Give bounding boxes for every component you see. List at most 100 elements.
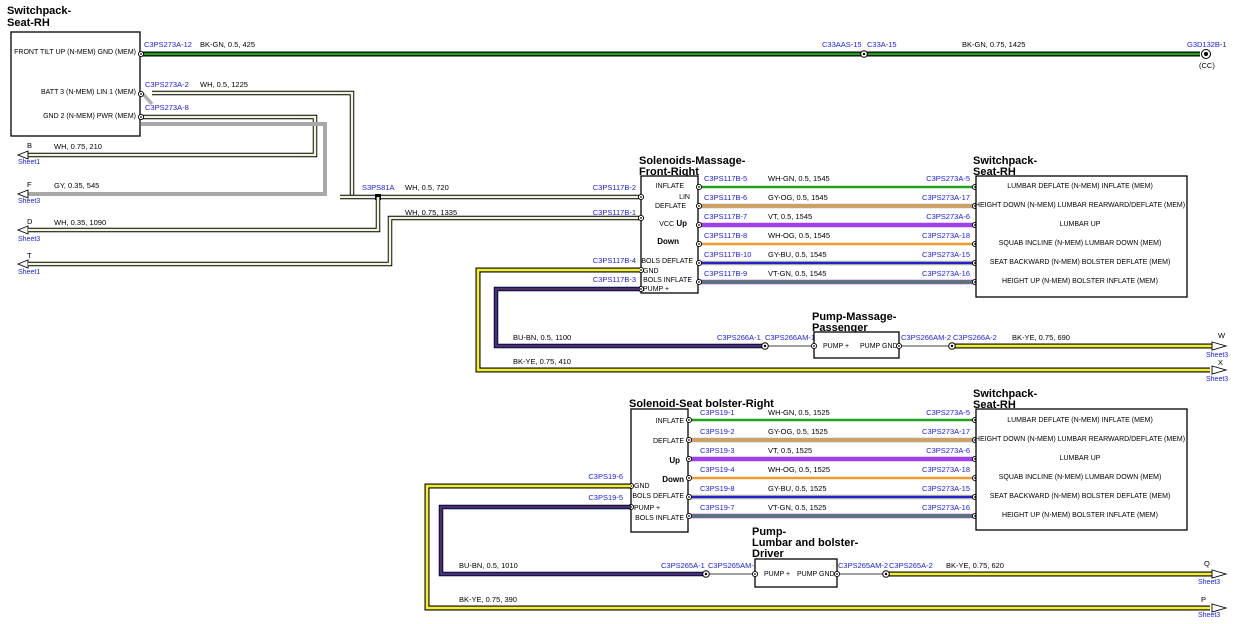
wire-label-bk-ye-390: BK-YE, 0.75, 390 (459, 595, 517, 604)
pump-driver-title-3: Driver (752, 548, 785, 560)
sm-pin-5: SEAT BACKWARD (N-MEM) BOLSTER DEFLATE (M… (990, 259, 1171, 266)
svg-text:C3PS117B-8: C3PS117B-8 (704, 231, 747, 240)
sb2-pin-5: SEAT BACKWARD (N-MEM) BOLSTER DEFLATE (M… (990, 493, 1171, 500)
conn-c3ps266a-1: C3PS266A-1 (717, 333, 761, 342)
conn-c3ps19-6: C3PS19-6 (588, 472, 623, 481)
ref-sheet-d: Sheet3 (18, 236, 40, 243)
solenoid-bolster-box (630, 408, 689, 533)
svg-text:C3PS273A-16: C3PS273A-16 (922, 269, 970, 278)
wire-label-bk-gn-1425: BK-GN, 0.75, 1425 (962, 40, 1025, 49)
sm-pin-2: HEIGHT DOWN (N-MEM) LUMBAR REARWARD/DEFL… (975, 202, 1185, 209)
svg-text:C3PS117B-6: C3PS117B-6 (704, 193, 747, 202)
sb2-pin-3: LUMBAR UP (1060, 455, 1101, 462)
svg-text:C3PS273A-6: C3PS273A-6 (926, 446, 970, 455)
wire-label-wh-210: WH, 0.75, 210 (54, 142, 102, 151)
sm-pin-6: HEIGHT UP (N-MEM) BOLSTER INFLATE (MEM) (1002, 278, 1158, 285)
svg-text:C3PS19-4: C3PS19-4 (700, 465, 735, 474)
sb-pin-bols-inflate: BOLS INFLATE (635, 515, 684, 522)
conn-c3ps117b-3: C3PS117B-3 (593, 275, 636, 284)
sf-pin-inflate: INFLATE (656, 183, 685, 190)
wire-label-bk-ye-620: BK-YE, 0.75, 620 (946, 561, 1004, 570)
svg-text:C3PS273A-17: C3PS273A-17 (922, 193, 970, 202)
svg-text:GY-BU, 0.5, 1545: GY-BU, 0.5, 1545 (768, 250, 827, 259)
sb-pin-pump: PUMP + (634, 505, 660, 512)
ref-sheet-t: Sheet1 (18, 269, 40, 276)
sm-pin-1: LUMBAR DEFLATE (N-MEM) INFLATE (MEM) (1007, 183, 1153, 190)
svg-text:C3PS273A-5: C3PS273A-5 (926, 408, 970, 417)
ref-letter-f: F (27, 180, 32, 189)
switchpack-bottom: Switchpack- Seat-RH LUMBAR DEFLATE (N-ME… (973, 388, 1188, 531)
switchpack-top: Switchpack- Seat-RH FRONT TILT UP (N-MEM… (7, 5, 141, 137)
sf-pin-vcc: VCC (659, 221, 674, 228)
ref-sheet-x: Sheet3 (1206, 376, 1228, 383)
svg-text:C3PS273A-17: C3PS273A-17 (922, 427, 970, 436)
svg-text:C3PS273A-18: C3PS273A-18 (922, 465, 970, 474)
bolster-wire-1: C3PS19-1 WH-GN, 0.5, 1525 C3PS273A-5 (685, 408, 979, 424)
pump-passenger-pin1: PUMP + (823, 343, 849, 350)
svg-text:GY-BU, 0.5, 1525: GY-BU, 0.5, 1525 (768, 484, 827, 493)
ref-arrow-p (1211, 603, 1228, 613)
pump-driver: Pump- Lumbar and bolster- Driver PUMP + … (751, 526, 859, 588)
ref-letter-t: T (27, 251, 32, 260)
sf-pin-deflate: DEFLATE (655, 203, 686, 210)
svg-text:GY-OG, 0.5, 1545: GY-OG, 0.5, 1545 (768, 193, 828, 202)
sb-pin-bols-deflate: BOLS DEFLATE (632, 493, 684, 500)
svg-text:C3PS273A-16: C3PS273A-16 (922, 503, 970, 512)
svg-text:C3PS273A-18: C3PS273A-18 (922, 231, 970, 240)
front-wire-4: C3PS117B-8 WH-OG, 0.5, 1545 C3PS273A-18 (695, 231, 979, 248)
ref-letter-w: W (1218, 331, 1226, 340)
front-wire-2: C3PS117B-6 GY-OG, 0.5, 1545 C3PS273A-17 (695, 193, 979, 210)
wire-label-wh-1335: WH, 0.75, 1335 (405, 208, 457, 217)
wire-label-bu-bn-1010: BU-BN, 0.5, 1010 (459, 561, 518, 570)
ref-arrow-x (1211, 365, 1228, 375)
splice-label: S3PS81A (362, 183, 395, 192)
svg-text:C3PS19-2: C3PS19-2 (700, 427, 735, 436)
bolster-wire-2: C3PS19-2 GY-OG, 0.5, 1525 C3PS273A-17 (685, 427, 979, 444)
sb-pin-gnd: GND (634, 483, 650, 490)
svg-text:VT-GN, 0.5, 1545: VT-GN, 0.5, 1545 (768, 269, 826, 278)
svg-text:WH-OG, 0.5, 1525: WH-OG, 0.5, 1525 (768, 465, 830, 474)
svg-text:C3PS19-3: C3PS19-3 (700, 446, 735, 455)
pump-driver-pin2: PUMP GND (797, 571, 835, 578)
svg-text:C3PS117B-5: C3PS117B-5 (704, 174, 747, 183)
sf-pin-bols-inflate: BOLS INFLATE (643, 277, 692, 284)
solenoid-bolster: Solenoid-Seat bolster-Right INFLATE DEFL… (588, 398, 774, 533)
conn-c33aas-15: C33AAS-15 (822, 40, 862, 49)
wire-wh-1225: C3PS273A-2 WH, 0.5, 1225 (137, 80, 355, 197)
ref-sheet-p: Sheet3 (1198, 612, 1220, 619)
conn-c3ps273a-12: C3PS273A-12 (144, 40, 192, 49)
wire-label-bk-ye-690: BK-YE, 0.75, 690 (1012, 333, 1070, 342)
switchpack-top-title-2: Seat-RH (7, 17, 50, 29)
svg-text:C3PS273A-15: C3PS273A-15 (922, 484, 970, 493)
switchpack-top-box (10, 31, 141, 137)
ref-sheet-b: Sheet1 (18, 159, 40, 166)
ref-arrow-w (1211, 341, 1228, 351)
conn-g3d132b-1: G3D132B-1 (1187, 40, 1227, 49)
sb-pin-deflate: DEFLATE (653, 438, 684, 445)
wire-label-wh-720: WH, 0.5, 720 (405, 183, 449, 192)
svg-text:C3PS117B-9: C3PS117B-9 (704, 269, 747, 278)
pump-driver-pin1: PUMP + (764, 571, 790, 578)
sf-pin-up: Up (676, 219, 687, 228)
sf-pin-gnd: GND (643, 268, 659, 275)
front-wire-5: C3PS117B-10 GY-BU, 0.5, 1545 C3PS273A-15 (695, 250, 979, 267)
wire-bk-gn-top: C3PS273A-12 BK-GN, 0.5, 425 C33AAS-15 C3… (137, 40, 1227, 70)
wire-label-bu-bn-1100: BU-BN, 0.5, 1100 (513, 333, 571, 342)
ref-letter-d: D (27, 217, 33, 226)
conn-c3ps265a-2: C3PS265A-2 (889, 561, 933, 570)
wire-label-wh-1090: WH, 0.35, 1090 (54, 218, 106, 227)
sf-pin-bols-deflate: BOLS DEFLATE (641, 258, 693, 265)
conn-c3ps273a-8: C3PS273A-8 (145, 103, 189, 112)
front-wire-1: C3PS117B-5 WH-GN, 0.5, 1545 C3PS273A-5 (695, 174, 979, 191)
svg-text:C3PS19-7: C3PS19-7 (700, 503, 735, 512)
front-wire-3: C3PS117B-7 VT, 0.5, 1545 C3PS273A-6 (695, 212, 979, 229)
wiring-diagram: Switchpack- Seat-RH FRONT TILT UP (N-MEM… (7, 5, 1228, 619)
pin-batt3: BATT 3 (N-MEM) LIN 1 (MEM) (41, 89, 136, 96)
conn-c3ps266a-2: C3PS266A-2 (953, 333, 997, 342)
wire-label-wh-1225: WH, 0.5, 1225 (200, 80, 248, 89)
conn-c3ps19-5: C3PS19-5 (588, 493, 623, 502)
conn-c3ps265am-1: C3PS265AM-1 (708, 561, 758, 570)
bolster-wire-3: C3PS19-3 VT, 0.5, 1525 C3PS273A-6 (685, 446, 979, 463)
ref-arrow-q (1211, 569, 1228, 579)
conn-c3ps265am-2: C3PS265AM-2 (838, 561, 888, 570)
